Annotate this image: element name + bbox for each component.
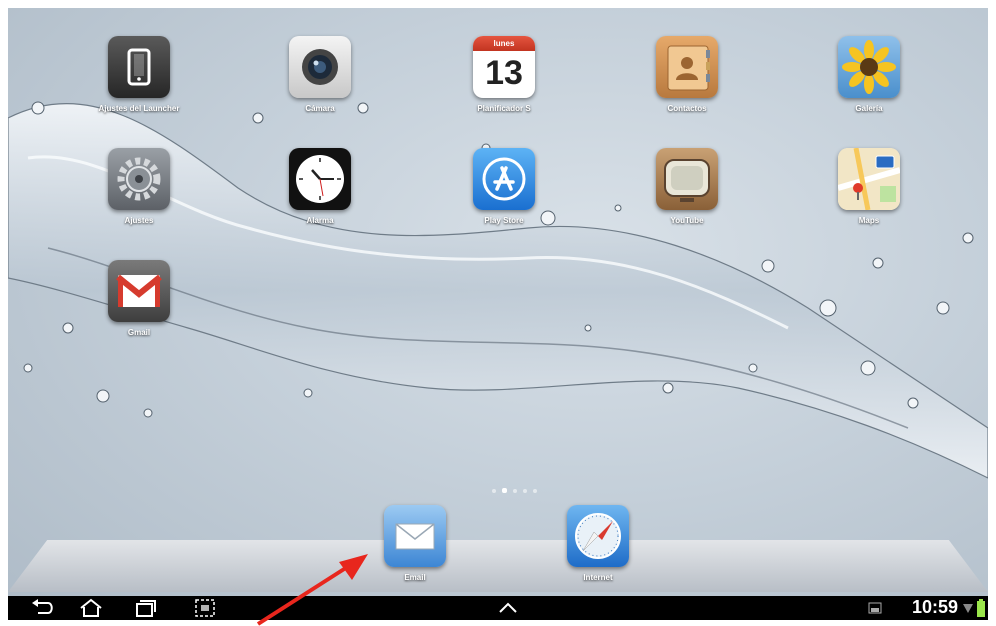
app-youtube[interactable]: YouTube [637, 148, 737, 225]
app-ajustes[interactable]: Ajustes [89, 148, 189, 225]
clock-icon [289, 148, 351, 210]
screenshot-notification-icon [868, 602, 882, 614]
app-play-store[interactable]: Play Store [454, 148, 554, 225]
recent-apps-icon [136, 600, 156, 617]
app-label: Maps [858, 216, 880, 225]
home-screen: Ajustes del Launcher Cámara lunes 13 Pla… [8, 8, 988, 618]
camera-icon [289, 36, 351, 98]
app-label: Galería [855, 104, 883, 113]
app-store-icon [473, 148, 535, 210]
gears-icon [108, 148, 170, 210]
calendar-day-name: lunes [473, 36, 535, 51]
annotation-arrow [256, 554, 368, 626]
app-label: Ajustes del Launcher [98, 104, 180, 113]
app-label: Play Store [484, 216, 524, 225]
app-label: Cámara [305, 104, 335, 113]
tv-icon [656, 148, 718, 210]
screenshot-button[interactable] [190, 598, 220, 618]
tablet-screenshot: Ajustes del Launcher Cámara lunes 13 Pla… [0, 0, 996, 626]
contacts-book-icon [656, 36, 718, 98]
compass-icon [567, 505, 629, 567]
app-drawer-button[interactable] [493, 598, 523, 618]
back-button[interactable] [28, 598, 58, 618]
app-galeria[interactable]: Galería [819, 36, 919, 113]
app-label: Gmail [127, 328, 151, 337]
envelope-icon [384, 505, 446, 567]
app-label: Alarma [306, 216, 334, 225]
sunflower-gallery-icon [838, 36, 900, 98]
page-dot[interactable] [492, 489, 496, 493]
app-label: Email [404, 573, 426, 582]
page-dot[interactable] [523, 489, 527, 493]
app-label: YouTube [670, 216, 704, 225]
page-dot-active[interactable] [502, 488, 507, 493]
app-maps[interactable]: Maps [819, 148, 919, 225]
page-indicator[interactable] [489, 480, 559, 493]
status-clock: 10:59 [911, 597, 958, 617]
screenshot-icon [195, 599, 215, 617]
home-button[interactable] [76, 598, 106, 618]
page-dot[interactable] [513, 489, 517, 493]
dock-app-internet[interactable]: Internet [548, 505, 648, 582]
page-dot[interactable] [533, 489, 537, 493]
wifi-signal-icon [963, 604, 973, 613]
app-ajustes-del-launcher[interactable]: Ajustes del Launcher [89, 36, 189, 113]
map-icon [838, 148, 900, 210]
home-icon [80, 598, 102, 617]
app-label: Internet [583, 573, 613, 582]
gmail-icon [108, 260, 170, 322]
back-arrow-icon [32, 599, 53, 614]
phone-settings-icon [108, 36, 170, 98]
app-planificador-s[interactable]: lunes 13 Planificador S [454, 36, 554, 113]
app-label: Ajustes [124, 216, 154, 225]
calendar-day-number: 13 [485, 54, 523, 92]
dock-app-email[interactable]: Email [365, 505, 465, 582]
app-camara[interactable]: Cámara [270, 36, 370, 113]
calendar-icon: lunes 13 [473, 36, 535, 98]
app-gmail[interactable]: Gmail [89, 260, 189, 337]
app-label: Contactos [667, 104, 707, 113]
app-alarma[interactable]: Alarma [270, 148, 370, 225]
app-label: Planificador S [477, 104, 531, 113]
recent-apps-button[interactable] [130, 598, 160, 618]
system-navigation-bar: 10:59 [8, 596, 988, 620]
battery-icon [977, 599, 985, 617]
app-contactos[interactable]: Contactos [637, 36, 737, 113]
chevron-up-icon [499, 602, 517, 613]
dock-shelf [8, 540, 988, 592]
